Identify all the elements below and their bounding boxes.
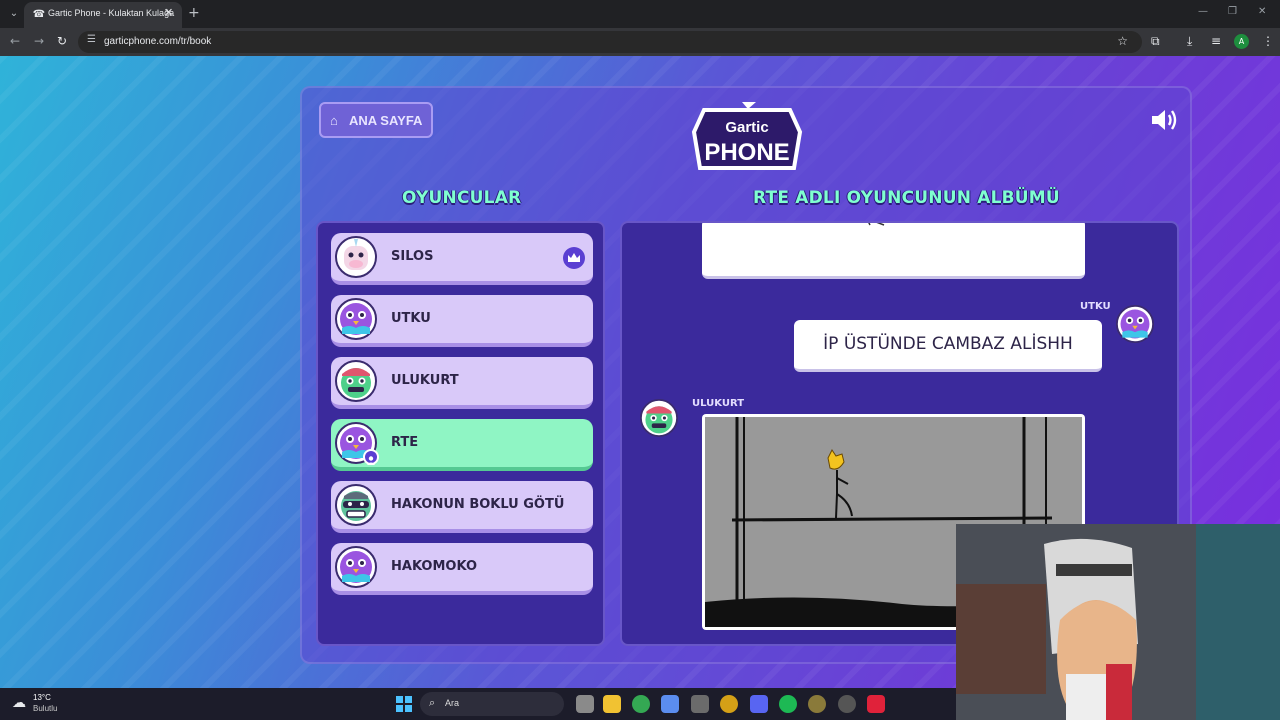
player-row-silos[interactable]: SILOS [331, 233, 593, 285]
weather-description[interactable]: Bulutlu [33, 704, 57, 713]
star-icon[interactable]: ☆ [1117, 34, 1128, 48]
bandit-avatar-icon [335, 484, 377, 526]
chrome-icon[interactable] [632, 695, 650, 713]
home-icon: ⌂ [330, 113, 338, 128]
player-name: UTKU [391, 311, 431, 326]
discord-icon[interactable] [750, 695, 768, 713]
url-text[interactable]: garticphone.com/tr/book [104, 36, 211, 47]
download-icon[interactable]: ⤓ [1187, 34, 1192, 49]
player-name: RTE [391, 435, 419, 450]
previous-drawing-card [702, 223, 1085, 279]
window-close-icon[interactable]: ✕ [1258, 6, 1266, 17]
tab-title: Gartic Phone - Kulaktan Kulağa [48, 8, 175, 18]
player-row-ulukurt[interactable]: ULUKURT [331, 357, 593, 409]
player-row-hakonun[interactable]: HAKONUN BOKLU GÖTÜ [331, 481, 593, 533]
close-tab-icon[interactable]: ✕ [164, 6, 173, 19]
more-icon[interactable]: ⋮ [1262, 34, 1274, 48]
copilot-icon[interactable] [661, 695, 679, 713]
address-bar[interactable]: ☰ garticphone.com/tr/book ☆ [78, 31, 1142, 53]
file-explorer-icon[interactable] [603, 695, 621, 713]
forward-icon[interactable]: → [34, 34, 44, 48]
maximize-icon[interactable]: ❐ [1228, 6, 1237, 17]
weather-temperature[interactable]: 13°C [33, 693, 51, 702]
minimize-icon[interactable]: — [1198, 6, 1208, 17]
svg-text:Gartic: Gartic [725, 119, 768, 136]
taskbar-search[interactable]: ⌕ Ara [420, 692, 564, 716]
players-heading: OYUNCULAR [402, 188, 522, 208]
reading-list-icon[interactable]: ≡ [1211, 34, 1221, 48]
app-icon[interactable] [867, 695, 885, 713]
svg-text:PHONE: PHONE [704, 139, 789, 166]
webcam-overlay [956, 524, 1280, 720]
cloud-icon[interactable]: ☁ [12, 695, 26, 711]
unicorn-avatar-icon [335, 236, 377, 278]
player-row-rte[interactable]: RTE [331, 419, 593, 471]
webcam-video [956, 524, 1280, 720]
players-list: SILOS UTKU ULUKURT RTE HAKONUN BOKLU GÖT… [316, 221, 605, 646]
guess-text: İP ÜSTÜNDE CAMBAZ ALİSHH [823, 334, 1073, 354]
search-icon: ⌕ [429, 696, 436, 709]
you-badge-icon [363, 449, 379, 465]
player-name: ULUKURT [391, 373, 459, 388]
site-info-icon[interactable]: ☰ [87, 34, 96, 45]
spotify-icon[interactable] [779, 695, 797, 713]
extensions-icon[interactable]: ⧉ [1151, 34, 1160, 49]
player-row-utku[interactable]: UTKU [331, 295, 593, 347]
obs-icon[interactable] [838, 695, 856, 713]
player-name: HAKONUN BOKLU GÖTÜ [391, 497, 565, 512]
drawing-author-name: ULUKURT [692, 398, 745, 409]
bird-avatar-icon [335, 298, 377, 340]
new-tab-icon[interactable]: + [188, 5, 200, 21]
windows-taskbar: ☁ 13°C Bulutlu ⌕ Ara [0, 688, 956, 720]
guess-author-name: UTKU [1080, 301, 1111, 312]
drawing-sketch [868, 223, 885, 226]
bird-avatar-icon [1116, 305, 1154, 343]
windows-start-icon[interactable] [396, 696, 412, 712]
profile-avatar[interactable]: A [1234, 34, 1249, 49]
bird-avatar-icon [335, 546, 377, 588]
crown-icon [563, 247, 585, 269]
home-button[interactable]: ⌂ ANA SAYFA [319, 102, 433, 138]
browser-tab[interactable]: ☎ Gartic Phone - Kulaktan Kulağa ✕ [24, 2, 182, 28]
reload-icon[interactable]: ↻ [57, 34, 67, 48]
store-icon[interactable] [691, 695, 709, 713]
gartic-phone-logo: Gartic PHONE [691, 102, 803, 170]
player-row-hakomoko[interactable]: HAKOMOKO [331, 543, 593, 595]
tab-search-icon[interactable]: ⌄ [6, 6, 22, 22]
app-icon[interactable] [720, 695, 738, 713]
app-icon[interactable] [808, 695, 826, 713]
player-name: HAKOMOKO [391, 559, 478, 574]
frog-avatar-icon [640, 399, 678, 437]
player-name: SILOS [391, 249, 434, 264]
tab-bar: ⌄ ☎ Gartic Phone - Kulaktan Kulağa ✕ + —… [0, 0, 1280, 28]
guess-bubble: İP ÜSTÜNDE CAMBAZ ALİSHH [794, 320, 1102, 372]
back-icon[interactable]: ← [10, 34, 20, 48]
gartic-favicon-icon: ☎ [32, 9, 46, 20]
album-heading: RTE ADLI OYUNCUNUN ALBÜMÜ [753, 188, 1060, 208]
speaker-icon[interactable] [1150, 108, 1178, 132]
frog-avatar-icon [335, 360, 377, 402]
task-view-icon[interactable] [576, 695, 594, 713]
browser-toolbar: ← → ↻ ☰ garticphone.com/tr/book ☆ ⧉ ⤓ ≡ … [0, 28, 1280, 56]
